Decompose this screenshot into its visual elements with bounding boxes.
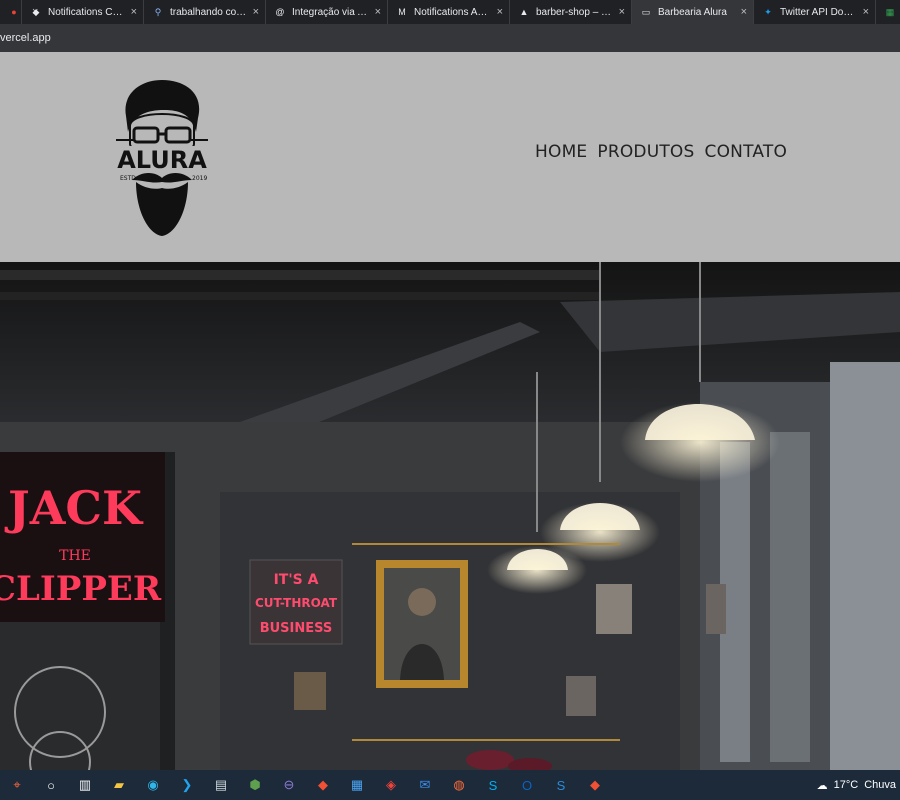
edge-icon[interactable]: ◉ (141, 774, 165, 796)
outlook-icon[interactable]: O (515, 774, 539, 796)
vscode-icon[interactable]: ❯ (175, 774, 199, 796)
main-nav: HOME PRODUTOS CONTATO (535, 142, 797, 162)
windows-taskbar: ⌖ ○ ▥ ▰ ◉ ❯ ▤ ⬢ ⊖ ◆ ▦ ◈ ✉ ◍ S O S ◆ ☁ 17°C Chuva (0, 770, 900, 800)
azure-icon[interactable]: S (549, 774, 573, 796)
mail-icon[interactable]: ✉ (413, 774, 437, 796)
nav-contato[interactable]: CONTATO (705, 142, 788, 162)
neon-jack: JACK (4, 481, 144, 535)
barbershop-interior-image: JACK THE CLIPPER IT'S A CUT-THROAT BUSIN… (0, 262, 900, 770)
logo-wordmark: ALURA (117, 146, 207, 174)
hero-banner: JACK THE CLIPPER IT'S A CUT-THROAT BUSIN… (0, 262, 900, 770)
browser-tab[interactable]: ● × (0, 0, 38, 24)
github-icon: ◆ (32, 6, 40, 17)
browser-tab[interactable]: ◆ Notifications Colle × (22, 0, 144, 24)
app-icon: ● (11, 7, 17, 17)
close-icon[interactable]: × (863, 6, 869, 18)
address-bar[interactable]: vercel.app (0, 24, 900, 52)
nav-produtos[interactable]: PRODUTOS (597, 142, 694, 162)
tab-label: Notifications API - (414, 6, 491, 18)
tab-label: Twitter API Docum (780, 6, 857, 18)
beard-man-logo-icon: ALURA ESTD 2019 (112, 80, 212, 236)
close-icon[interactable]: × (375, 6, 381, 18)
git-icon[interactable]: ◆ (311, 774, 335, 796)
browser-tab[interactable]: ▦ (876, 0, 900, 24)
logo-estd: ESTD (120, 175, 136, 182)
tab-label: Notifications Colle (48, 6, 125, 18)
nav-home[interactable]: HOME (535, 142, 587, 162)
close-icon[interactable]: × (741, 6, 747, 18)
anydesk-icon[interactable]: ◈ (379, 774, 403, 796)
neon-clipper: CLIPPER (0, 569, 162, 609)
neon-the: THE (59, 548, 91, 564)
weather-temp: 17°C (833, 779, 859, 791)
browser-tab[interactable]: ▲ barber-shop – Ove × (510, 0, 632, 24)
browser-tab[interactable]: ▭ Barbearia Alura × (632, 0, 754, 24)
medium-icon: M (398, 7, 406, 17)
close-icon[interactable]: × (253, 6, 259, 18)
page-icon: ▭ (641, 6, 651, 17)
site-header: ALURA ESTD 2019 HOME PRODUTOS CONTATO (0, 52, 900, 262)
search-circle-icon[interactable]: ○ (39, 774, 63, 796)
browser-tab[interactable]: M Notifications API - × (388, 0, 510, 24)
alura-logo[interactable]: ALURA ESTD 2019 (112, 76, 212, 238)
store-icon[interactable]: ▦ (345, 774, 369, 796)
system-tray[interactable]: ☁ 17°C Chuva (817, 770, 900, 800)
file-explorer-icon[interactable]: ▰ (107, 774, 131, 796)
neon-business: BUSINESS (260, 621, 333, 636)
chart-icon: ▦ (885, 6, 895, 17)
search-icon: ⚲ (154, 6, 162, 17)
postman-icon[interactable]: ◍ (447, 774, 471, 796)
browser-tab[interactable]: ✦ Twitter API Docum × (754, 0, 876, 24)
twitter-icon: ✦ (764, 6, 772, 17)
task-view-icon[interactable]: ▥ (73, 774, 97, 796)
close-icon[interactable]: × (497, 6, 503, 18)
weather-condition: Chuva (864, 779, 896, 791)
tab-label: Barbearia Alura (658, 6, 727, 18)
tab-label: barber-shop – Ove (536, 6, 613, 18)
threads-icon: @ (275, 7, 285, 17)
close-icon[interactable]: × (619, 6, 625, 18)
notepad-icon[interactable]: ▤ (209, 774, 233, 796)
neon-cut-throat: CUT-THROAT (255, 596, 338, 610)
browser-tab[interactable]: @ Integração via API × (266, 0, 388, 24)
browser-tab[interactable]: ⚲ trabalhando com / × (144, 0, 266, 24)
address-url[interactable]: vercel.app (0, 32, 51, 44)
sourcetree-icon[interactable]: ◆ (583, 774, 607, 796)
cloud-rain-icon: ☁ (816, 779, 828, 792)
maps-icon[interactable]: ⌖ (5, 774, 29, 796)
app-purple-icon[interactable]: ⊖ (277, 774, 301, 796)
vercel-icon: ▲ (519, 7, 529, 17)
browser-tab-strip: ● × ◆ Notifications Colle × ⚲ trabalhando com … (0, 0, 900, 24)
neon-its-a: IT'S A (274, 572, 319, 588)
skype-icon[interactable]: S (481, 774, 505, 796)
tab-label: Integração via API (292, 6, 369, 18)
node-icon[interactable]: ⬢ (243, 774, 267, 796)
tab-label: trabalhando com / (170, 6, 247, 18)
close-icon[interactable]: × (131, 6, 137, 18)
logo-year: 2019 (192, 175, 207, 182)
